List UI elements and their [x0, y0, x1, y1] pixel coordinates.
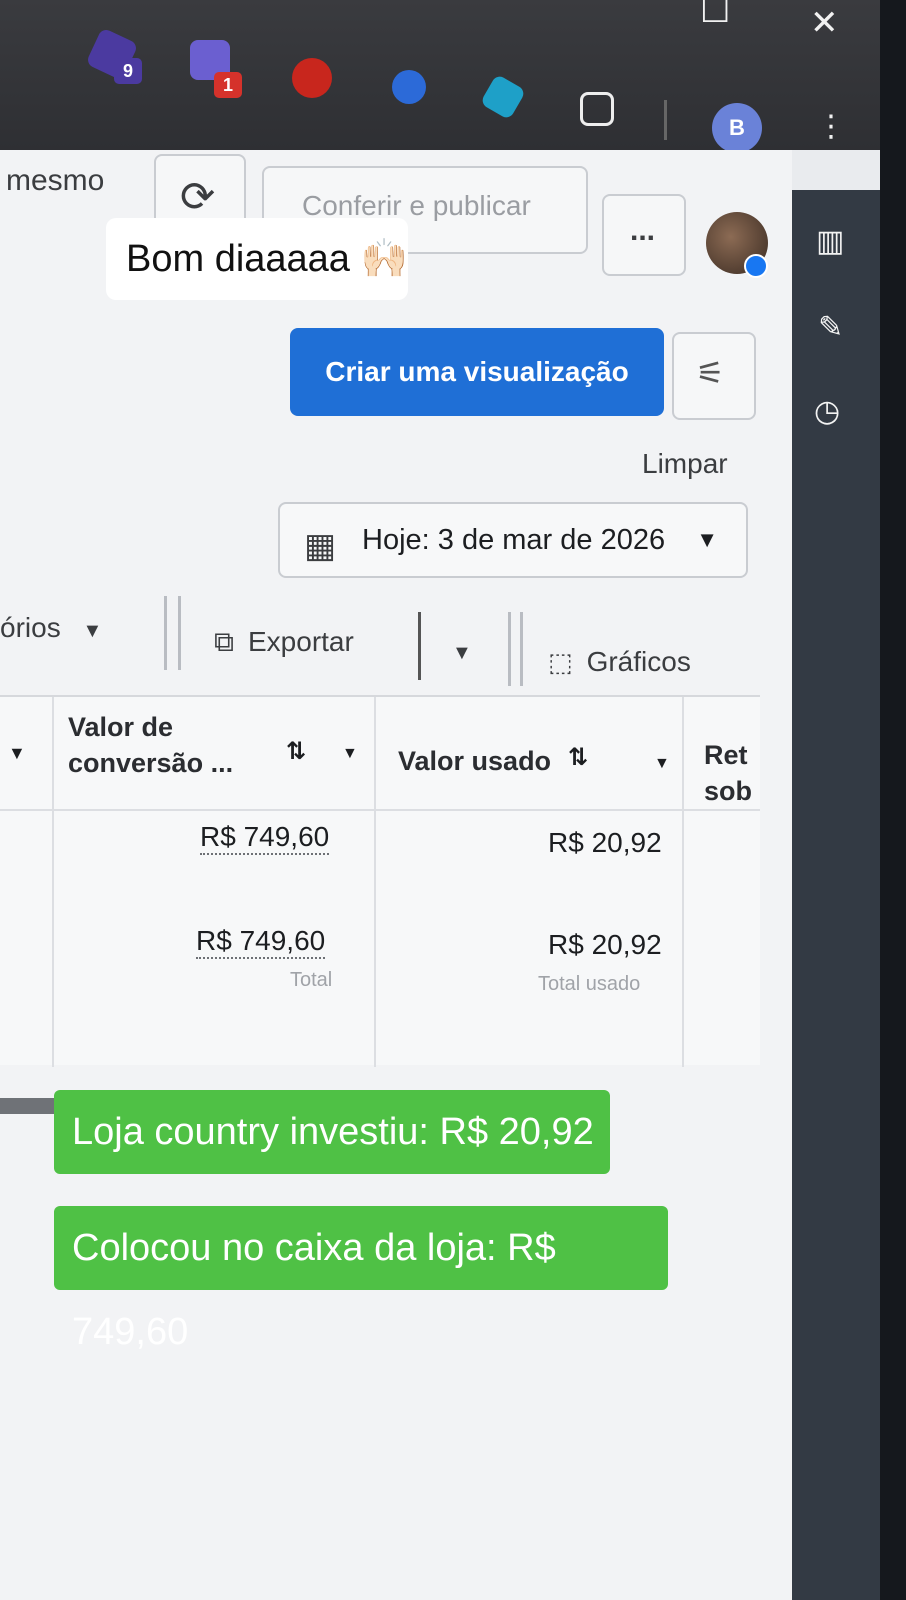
charts-button[interactable]: ⬚ Gráficos	[548, 646, 691, 678]
pencil-icon[interactable]: ✎	[818, 310, 843, 345]
more-options-label: ...	[630, 214, 656, 247]
view-settings-button[interactable]: ⚟	[672, 332, 756, 420]
browser-toolbar: ☐ ✕ 9 1 B ⋮	[0, 0, 906, 153]
refresh-icon: ⟳	[180, 173, 216, 220]
chevron-down-icon: ▼	[82, 620, 103, 642]
export-icon: ⧉	[214, 626, 234, 657]
amount-spent-cell: R$ 20,92	[548, 827, 662, 858]
charts-label: Gráficos	[586, 646, 691, 677]
extension-icon[interactable]	[392, 70, 426, 104]
results-table: ▼ Valor de conversão ... ⇅ ▼ Valor usado…	[0, 695, 760, 1067]
revenue-caption: Colocou no caixa da loja: R$ 749,60	[54, 1206, 668, 1353]
more-options-button[interactable]: ...	[602, 194, 686, 276]
date-range-picker[interactable]: ▦ Hoje: 3 de mar de 2026 ▼	[278, 502, 748, 578]
export-label: Exportar	[248, 626, 354, 657]
greeting-sticker: Bom diaaaaa 🙌🏻	[106, 218, 408, 300]
reports-dropdown[interactable]: órios ▼	[0, 612, 102, 644]
total-amount-spent: R$ 20,92	[548, 929, 662, 960]
column-header-roas[interactable]: Ret sob	[704, 737, 758, 809]
chevron-down-icon[interactable]: ▼	[654, 755, 670, 773]
reports-label: órios	[0, 612, 61, 643]
column-header-conversion-value[interactable]: Valor de conversão ...	[68, 709, 268, 781]
sort-icon[interactable]: ⇅	[568, 743, 588, 772]
export-dropdown-icon[interactable]: ▼	[452, 642, 472, 665]
total-conversion-value: R$ 749,60	[196, 925, 326, 959]
extension-icon[interactable]	[479, 73, 527, 121]
extension-badge: 9	[114, 58, 142, 84]
puzzle-icon[interactable]	[580, 92, 614, 126]
sliders-icon: ⚟	[696, 355, 725, 391]
toolbar-separator	[664, 100, 667, 140]
bar-chart-icon[interactable]: ▥	[816, 224, 844, 259]
facebook-icon	[744, 254, 768, 278]
tomato-icon[interactable]	[292, 58, 332, 98]
extension-badge: 1	[214, 72, 242, 98]
row-divider	[0, 809, 760, 811]
toolbar-left-text: mesmo	[6, 164, 105, 197]
profile-avatar[interactable]: B	[712, 103, 762, 153]
total-amount-spent-label: Total usado	[538, 973, 641, 995]
column-divider	[682, 697, 684, 1067]
menu-icon[interactable]: ⋮	[816, 112, 846, 142]
invested-caption: Loja country investiu: R$ 20,92	[54, 1090, 610, 1174]
chevron-down-icon[interactable]: ▼	[342, 745, 358, 763]
ads-manager-page: mesmo ⟳ Conferir e publicar ... Criar um…	[0, 150, 792, 1600]
clear-link[interactable]: Limpar	[642, 448, 728, 480]
column-header-amount-spent[interactable]: Valor usado	[398, 743, 551, 779]
create-view-button[interactable]: Criar uma visualização	[290, 328, 664, 416]
column-divider	[52, 697, 54, 1067]
divider	[178, 596, 181, 670]
total-conversion-label: Total	[290, 969, 333, 991]
divider	[164, 596, 167, 670]
column-divider	[374, 697, 376, 1067]
window-edge	[880, 0, 906, 1600]
clock-icon[interactable]: ◷	[814, 394, 840, 429]
date-range-label: Hoje: 3 de mar de 2026	[362, 524, 666, 556]
export-button[interactable]: ⧉ Exportar	[214, 626, 354, 659]
calendar-icon: ▦	[304, 527, 337, 565]
conversion-value-cell: R$ 749,60	[200, 821, 330, 855]
chart-icon: ⬚	[548, 647, 573, 677]
divider	[508, 612, 511, 686]
chevron-down-icon[interactable]: ▼	[8, 743, 26, 764]
divider	[520, 612, 523, 686]
close-icon[interactable]: ✕	[810, 6, 839, 40]
divider	[418, 612, 421, 680]
sort-icon[interactable]: ⇅	[286, 737, 306, 766]
maximize-icon[interactable]: ☐	[700, 0, 730, 28]
chevron-down-icon: ▼	[696, 527, 718, 552]
